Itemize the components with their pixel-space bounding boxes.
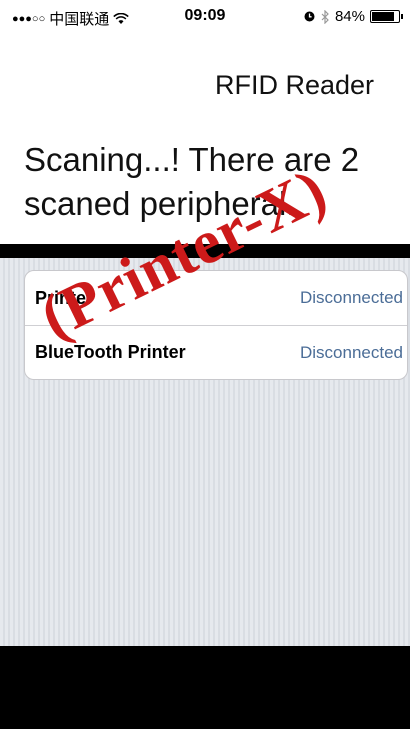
status-bar: ●●●○○ 中国联通 09:09 84%	[0, 0, 410, 34]
bluetooth-icon	[321, 9, 329, 24]
battery-icon	[370, 10, 403, 23]
nav-title: RFID Reader	[214, 70, 374, 100]
bottom-black-band	[0, 646, 410, 729]
status-right: 84%	[303, 8, 403, 25]
device-status: Disconnected	[299, 288, 403, 307]
battery-percent: 84%	[334, 8, 365, 25]
device-status: Disconnected	[299, 342, 403, 362]
battery-fill	[372, 12, 394, 21]
alarm-icon	[304, 11, 315, 22]
